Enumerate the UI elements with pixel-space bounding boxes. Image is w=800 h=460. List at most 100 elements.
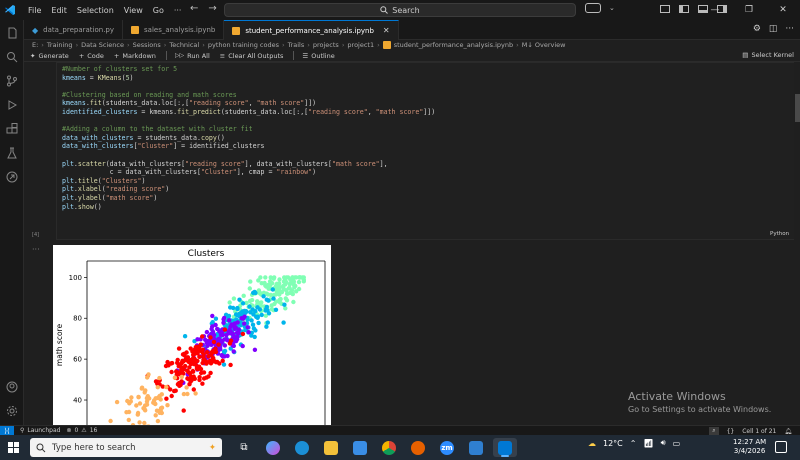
run-all-button[interactable]: ▷▷ Run All <box>175 52 210 60</box>
weather-temperature[interactable]: 12°C <box>603 439 623 448</box>
add-markdown-button[interactable]: + Markdown <box>114 52 156 60</box>
search-icon[interactable] <box>5 50 19 64</box>
code-line[interactable] <box>62 82 435 91</box>
testing-icon[interactable] <box>5 146 19 160</box>
restore-icon[interactable]: ❐ <box>732 0 766 20</box>
run-debug-icon[interactable] <box>5 98 19 112</box>
remote-icon[interactable]: ⟩⟨ <box>0 425 14 436</box>
code-line[interactable]: plt.ylabel("math score") <box>62 194 435 203</box>
taskbar-clock[interactable]: 12:27 AM 3/4/2026 <box>733 438 766 456</box>
code-line[interactable] <box>62 151 435 160</box>
toggle-sidebar-icon[interactable] <box>679 5 689 13</box>
scrollbar-thumb[interactable] <box>795 94 800 122</box>
edge-icon[interactable] <box>290 438 314 457</box>
close-tab-icon[interactable]: ✕ <box>383 26 390 35</box>
code-line[interactable]: kmeans.fit(students_data.loc[:,["reading… <box>62 99 435 108</box>
store-icon[interactable] <box>348 438 372 457</box>
breadcrumb-item[interactable]: Sessions <box>133 41 161 49</box>
breadcrumb-item[interactable]: student_performance_analysis.ipynb <box>394 41 513 49</box>
generate-button[interactable]: ✦ Generate <box>30 52 69 60</box>
code-line[interactable]: data_with_clusters = students_data.copy(… <box>62 134 435 143</box>
select-kernel-button[interactable]: ▤ Select Kernel <box>742 51 794 59</box>
settings-gear-icon[interactable] <box>5 404 19 418</box>
cell-info[interactable]: Cell 1 of 21 <box>742 428 776 435</box>
brackets-icon[interactable]: {} <box>727 428 735 435</box>
copilot-icon[interactable] <box>585 3 601 13</box>
breadcrumb-item[interactable]: project1 <box>347 41 374 49</box>
firefox-icon[interactable] <box>406 438 430 457</box>
network-icon[interactable]: 📶︎ <box>643 439 653 448</box>
chrome-icon[interactable] <box>377 438 401 457</box>
add-code-button[interactable]: + Code <box>79 52 104 60</box>
source-control-icon[interactable] <box>5 74 19 88</box>
menu-more[interactable]: ··· <box>170 6 186 15</box>
code-line[interactable]: #Adding a column to the dataset with clu… <box>62 125 435 134</box>
menu-view[interactable]: View <box>120 6 147 15</box>
code-line[interactable]: plt.xlabel("reading score") <box>62 185 435 194</box>
battery-icon[interactable]: ▭ <box>673 439 681 448</box>
breadcrumb-item[interactable]: M↓ Overview <box>522 41 566 49</box>
file-explorer-icon[interactable] <box>319 438 343 457</box>
code-line[interactable]: plt.show() <box>62 203 435 212</box>
layout-grid-icon[interactable] <box>660 5 670 13</box>
snipping-tool-icon[interactable] <box>464 438 488 457</box>
tab-sales-analysis[interactable]: sales_analysis.ipynb <box>123 20 225 40</box>
code-line[interactable]: data_with_clusters["Cluster"] = identifi… <box>62 142 435 151</box>
zoom-icon[interactable]: ⌕ <box>709 427 719 435</box>
code-cell[interactable]: #Number of clusters set for 5 kmeans = KM… <box>56 62 796 240</box>
back-arrow-icon[interactable]: ← <box>190 3 198 14</box>
bell-icon[interactable]: 🔔︎ <box>784 428 792 435</box>
tab-data-preparation[interactable]: ◆ data_preparation.py <box>24 20 124 40</box>
code-line[interactable]: c = data_with_clusters["Cluster"], cmap … <box>62 168 435 177</box>
tab-student-performance[interactable]: student_performance_analysis.ipynb ✕ <box>224 20 399 40</box>
problems-indicator[interactable]: ⊗ 0 ⚠ 16 <box>66 427 97 434</box>
windows-start-icon[interactable] <box>0 435 26 460</box>
notification-center-icon[interactable] <box>775 441 787 453</box>
breadcrumb-item[interactable]: projects <box>313 41 339 49</box>
breadcrumb-item[interactable]: Technical <box>169 41 199 49</box>
extensions-icon[interactable] <box>5 122 19 136</box>
code-line[interactable]: kmeans = KMeans(5) <box>62 74 435 83</box>
breadcrumb-item[interactable]: Training <box>47 41 73 49</box>
breadcrumb-item[interactable]: Data Science <box>81 41 124 49</box>
split-editor-icon[interactable]: ◫ <box>769 24 778 34</box>
menu-file[interactable]: File <box>24 6 45 15</box>
python-icon[interactable] <box>5 170 19 184</box>
menu-edit[interactable]: Edit <box>47 6 71 15</box>
zoom-app-icon[interactable]: zm <box>435 438 459 457</box>
explorer-icon[interactable] <box>5 26 19 40</box>
output-actions-icon[interactable]: ··· <box>32 245 40 254</box>
chevron-up-icon[interactable]: ⌃ <box>630 439 637 448</box>
menu-selection[interactable]: Selection <box>73 6 118 15</box>
chevron-down-icon[interactable]: ⌄ <box>609 4 615 12</box>
code-line[interactable] <box>62 117 435 126</box>
cell-language-label[interactable]: Python <box>770 231 789 237</box>
breadcrumb-item[interactable]: E: <box>32 41 38 49</box>
clear-outputs-button[interactable]: ≡ Clear All Outputs <box>220 52 284 60</box>
task-view-icon[interactable]: ⧉ <box>232 438 256 457</box>
outline-button[interactable]: ☰ Outline <box>302 52 334 60</box>
code-line[interactable]: identified_clusters = kmeans.fit_predict… <box>62 108 435 117</box>
taskbar-search[interactable]: Type here to search ✦ <box>30 438 222 457</box>
copilot-app-icon[interactable] <box>261 438 285 457</box>
volume-icon[interactable]: 🔊︎ <box>661 438 666 448</box>
editor-scrollbar[interactable] <box>794 62 800 434</box>
close-icon[interactable]: ✕ <box>766 0 800 20</box>
code-line[interactable]: #Clustering based on reading and math sc… <box>62 91 435 100</box>
code-line[interactable]: plt.scatter(data_with_clusters["reading … <box>62 160 435 169</box>
forward-arrow-icon[interactable]: → <box>208 3 216 14</box>
code-editor[interactable]: #Number of clusters set for 5 kmeans = KM… <box>62 65 435 211</box>
code-line[interactable]: #Number of clusters set for 5 <box>62 65 435 74</box>
breadcrumb-item[interactable]: Trails <box>288 41 305 49</box>
launchpad-button[interactable]: ⚲ Launchpad <box>20 427 60 434</box>
command-search[interactable]: Search <box>224 3 576 17</box>
account-icon[interactable] <box>5 380 19 394</box>
vscode-taskbar-icon[interactable] <box>493 438 517 457</box>
breadcrumb-item[interactable]: python training codes <box>208 41 279 49</box>
more-actions-icon[interactable]: ··· <box>785 24 794 34</box>
menu-go[interactable]: Go <box>149 6 168 15</box>
minimize-icon[interactable]: — <box>698 0 732 20</box>
code-line[interactable]: plt.title("Clusters") <box>62 177 435 186</box>
gear-icon[interactable]: ⚙ <box>753 24 761 34</box>
weather-icon[interactable]: ☁ <box>588 439 596 448</box>
